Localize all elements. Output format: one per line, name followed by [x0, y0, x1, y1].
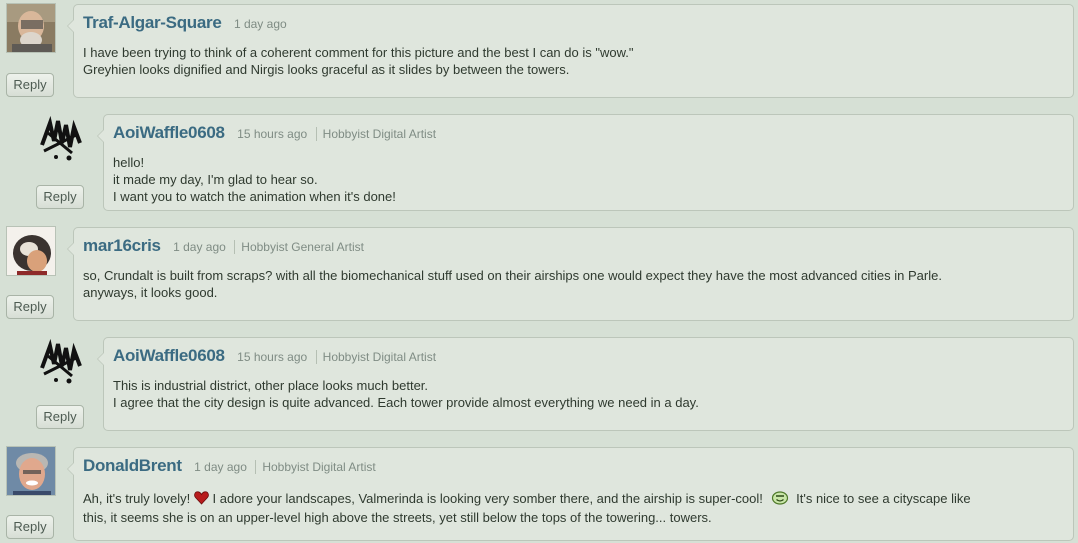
comment-line: so, Crundalt is built from scraps? with …: [83, 268, 942, 283]
comment-line: I have been trying to think of a coheren…: [83, 45, 634, 60]
comment-aoiwaffle0608: Reply AoiWaffle0608 15 hours ago Hobbyis…: [0, 330, 1078, 434]
username[interactable]: Traf-Algar-Square: [83, 13, 222, 32]
comment-donaldbrent: Reply DonaldBrent 1 day ago Hobbyist Dig…: [0, 440, 1078, 543]
timestamp[interactable]: 15 hours ago: [237, 127, 307, 141]
smiley-icon: [771, 491, 789, 509]
user-role: Hobbyist General Artist: [234, 240, 364, 254]
username[interactable]: DonaldBrent: [83, 456, 182, 475]
comment-header: DonaldBrent 1 day ago Hobbyist Digital A…: [83, 456, 376, 476]
comment-body: hello! it made my day, I'm glad to hear …: [113, 154, 1061, 205]
comment-body: Ah, it's truly lovely! I adore your land…: [83, 490, 1061, 526]
user-role: Hobbyist Digital Artist: [255, 460, 376, 474]
comment-body: so, Crundalt is built from scraps? with …: [83, 267, 1061, 301]
reply-button[interactable]: Reply: [36, 405, 84, 429]
comment-line: Greyhien looks dignified and Nirgis look…: [83, 62, 570, 77]
comment-line: This is industrial district, other place…: [113, 378, 429, 393]
username[interactable]: mar16cris: [83, 236, 161, 255]
timestamp[interactable]: 15 hours ago: [237, 350, 307, 364]
timestamp[interactable]: 1 day ago: [234, 17, 287, 31]
comment-line: I agree that the city design is quite ad…: [113, 395, 699, 410]
reply-button[interactable]: Reply: [6, 515, 54, 539]
comment-line: anyways, it looks good.: [83, 285, 218, 300]
reply-button[interactable]: Reply: [36, 185, 84, 209]
comment-text: I adore your landscapes, Valmerinda is l…: [212, 491, 763, 506]
heart-icon: [194, 491, 209, 509]
comment-box: AoiWaffle0608 15 hours ago Hobbyist Digi…: [97, 337, 1074, 431]
comment-body: I have been trying to think of a coheren…: [83, 44, 1061, 78]
comment-line: it made my day, I'm glad to hear so.: [113, 172, 318, 187]
avatar[interactable]: [36, 113, 86, 163]
comment-line: this, it seems she is on an upper-level …: [83, 510, 712, 525]
comment-line: hello!: [113, 155, 145, 170]
comment-header: mar16cris 1 day ago Hobbyist General Art…: [83, 236, 364, 256]
username[interactable]: AoiWaffle0608: [113, 346, 225, 365]
reply-button[interactable]: Reply: [6, 73, 54, 97]
comment-header: AoiWaffle0608 15 hours ago Hobbyist Digi…: [113, 346, 437, 366]
comment-traf-algar-square: Reply Traf-Algar-Square 1 day ago I have…: [0, 0, 1078, 100]
avatar[interactable]: [36, 336, 86, 386]
reply-button[interactable]: Reply: [6, 295, 54, 319]
avatar[interactable]: [6, 3, 56, 53]
timestamp[interactable]: 1 day ago: [173, 240, 226, 254]
comment-box: Traf-Algar-Square 1 day ago I have been …: [67, 4, 1074, 98]
comment-line: Ah, it's truly lovely! I adore your land…: [83, 490, 1061, 509]
comment-mar16cris: Reply mar16cris 1 day ago Hobbyist Gener…: [0, 220, 1078, 324]
comment-aoiwaffle0608: Reply AoiWaffle0608 15 hours ago Hobbyis…: [0, 108, 1078, 214]
timestamp[interactable]: 1 day ago: [194, 460, 247, 474]
user-role: Hobbyist Digital Artist: [315, 350, 437, 364]
comment-box: mar16cris 1 day ago Hobbyist General Art…: [67, 227, 1074, 321]
comment-box: AoiWaffle0608 15 hours ago Hobbyist Digi…: [97, 114, 1074, 211]
avatar[interactable]: [6, 226, 56, 276]
comment-body: This is industrial district, other place…: [113, 377, 1061, 411]
comment-header: AoiWaffle0608 15 hours ago Hobbyist Digi…: [113, 123, 437, 143]
comment-box: DonaldBrent 1 day ago Hobbyist Digital A…: [67, 447, 1074, 541]
user-role: Hobbyist Digital Artist: [315, 127, 437, 141]
comment-text: Ah, it's truly lovely!: [83, 491, 191, 506]
comment-header: Traf-Algar-Square 1 day ago: [83, 13, 287, 33]
username[interactable]: AoiWaffle0608: [113, 123, 225, 142]
comment-text: It's nice to see a cityscape like: [796, 491, 971, 506]
comment-line: I want you to watch the animation when i…: [113, 189, 396, 204]
avatar[interactable]: [6, 446, 56, 496]
